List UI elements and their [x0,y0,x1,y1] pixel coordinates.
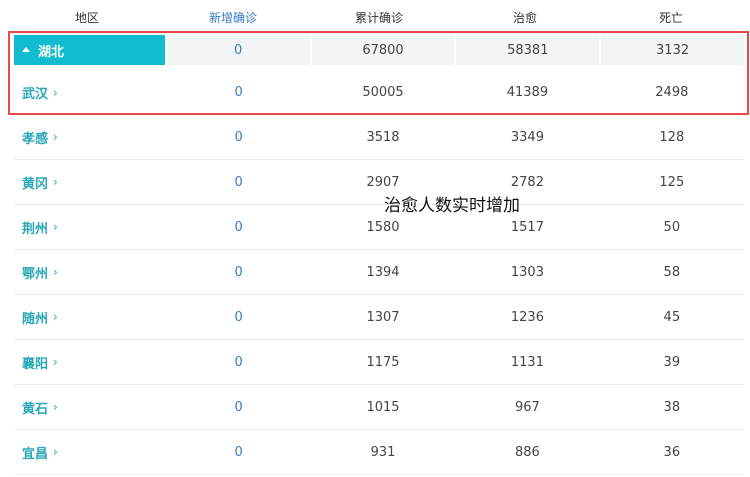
table-row[interactable]: 襄阳 › 0 1175 1131 39 [14,340,744,385]
province-name: 湖北 [38,44,65,60]
city-link[interactable]: 孝感 › [14,115,166,159]
city-deaths: 2498 [655,85,689,100]
chevron-right-icon: › [53,220,58,234]
city-link[interactable]: 黄冈 › [14,160,166,204]
city-name: 黄冈 [22,176,49,192]
city-name: 荆州 [22,221,49,237]
table-row[interactable]: 鄂州 › 0 1394 1303 58 [14,250,744,295]
city-total: 1307 [366,309,400,325]
triangle-up-icon [22,46,30,52]
city-deaths: 45 [663,309,681,325]
chevron-right-icon: › [53,130,58,144]
city-new: 0 [234,309,243,325]
province-deaths: 3132 [601,35,744,65]
province-new: 0 [166,35,310,65]
table-row[interactable]: 宜昌 › 0 931 886 36 [14,430,744,475]
annotation-text: 治愈人数实时增加 [384,196,520,216]
city-name: 孝感 [22,131,49,147]
city-name: 宜昌 [22,446,49,462]
city-link[interactable]: 武汉 › [14,70,166,115]
city-new: 0 [234,444,243,460]
chevron-right-icon: › [53,310,58,324]
city-cured: 1236 [510,309,544,325]
city-new: 0 [234,264,243,280]
province-total: 67800 [311,35,455,65]
city-total: 1015 [366,399,400,415]
province-toggle[interactable]: 湖北 [14,35,165,65]
city-deaths: 58 [663,264,681,280]
city-cured: 41389 [506,85,549,100]
header-deaths: 死亡 [658,10,683,25]
city-cured: 967 [515,399,540,415]
province-cured: 58381 [456,35,600,65]
city-name: 武汉 [22,87,49,102]
city-total: 50005 [362,85,404,100]
city-deaths: 125 [659,174,685,190]
city-link[interactable]: 随州 › [14,295,166,339]
header-total-confirmed: 累计确诊 [354,10,403,25]
city-deaths: 50 [663,219,681,235]
city-cured: 1131 [510,354,544,370]
city-new: 0 [234,85,243,100]
header-new-confirmed[interactable]: 新增确诊 [160,9,306,26]
city-total: 1394 [366,264,400,280]
city-new: 0 [234,129,243,145]
city-deaths: 38 [663,399,681,415]
table-row[interactable]: 随州 › 0 1307 1236 45 [14,295,744,340]
city-link[interactable]: 鄂州 › [14,250,166,294]
city-new: 0 [234,174,243,190]
epidemic-table-page: 地区 新增确诊 累计确诊 治愈 死亡 湖北 0 67800 58381 3132… [0,0,750,477]
city-total: 1175 [366,354,400,370]
chevron-right-icon: › [53,355,58,369]
city-cured: 886 [515,444,540,460]
city-deaths: 36 [663,444,681,460]
city-total: 3518 [366,129,400,145]
city-deaths: 39 [663,354,681,370]
city-new: 0 [234,219,243,235]
table-header: 地区 新增确诊 累计确诊 治愈 死亡 [14,0,744,34]
city-name: 黄石 [22,401,49,417]
city-link[interactable]: 黄石 › [14,385,166,429]
city-new: 0 [234,354,243,370]
city-name: 鄂州 [22,266,49,282]
header-region: 地区 [74,10,99,25]
city-link[interactable]: 宜昌 › [14,430,166,474]
table-row[interactable]: 荆州 › 0 1580 1517 50 [14,205,744,250]
city-total: 931 [370,444,396,460]
chevron-right-icon: › [53,175,58,189]
city-cured: 3349 [510,129,544,145]
chevron-right-icon: › [53,400,58,414]
table-row[interactable]: 孝感 › 0 3518 3349 128 [14,115,744,160]
chevron-right-icon: › [53,445,58,459]
city-cured: 1303 [510,264,544,280]
table-row[interactable]: 武汉 › 0 50005 41389 2498 [14,70,744,115]
table-row[interactable]: 黄冈 › 0 2907 2782 125 [14,160,744,205]
city-name: 随州 [22,311,49,327]
header-cured: 治愈 [512,10,537,25]
chevron-right-icon: › [53,265,58,279]
city-link[interactable]: 荆州 › [14,205,166,249]
chevron-right-icon: › [53,85,58,100]
city-new: 0 [234,399,243,415]
table-row[interactable]: 黄石 › 0 1015 967 38 [14,385,744,430]
city-name: 襄阳 [22,356,49,372]
province-row-hubei[interactable]: 湖北 0 67800 58381 3132 [14,35,744,65]
city-deaths: 128 [659,129,685,145]
city-link[interactable]: 襄阳 › [14,340,166,384]
